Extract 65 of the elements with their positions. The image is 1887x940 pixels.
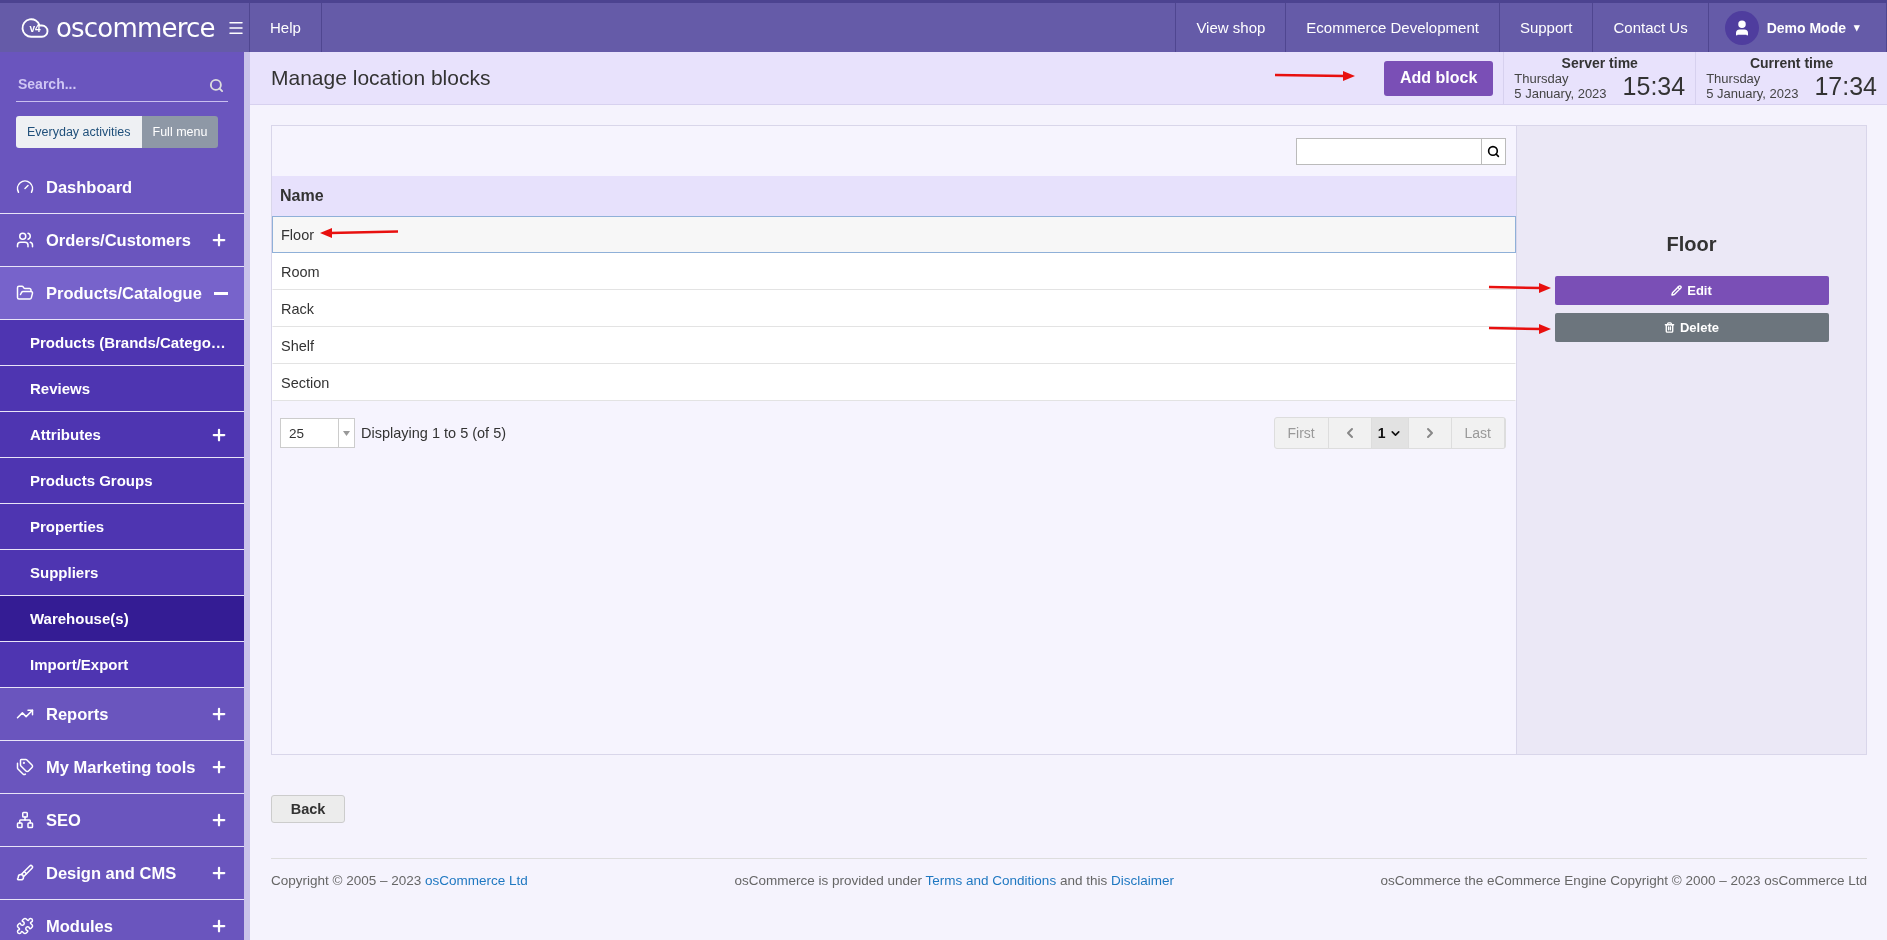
menu-mode-tab[interactable]: Full menu xyxy=(141,116,219,148)
table-row[interactable]: Shelf xyxy=(272,327,1516,364)
minus-icon xyxy=(214,291,228,295)
sidebar-item[interactable]: Properties xyxy=(0,504,244,550)
trash-icon xyxy=(1664,322,1675,333)
detail-title: Floor xyxy=(1666,233,1717,256)
sidebar-item[interactable]: Attributes xyxy=(0,412,244,458)
add-block-button[interactable]: Add block xyxy=(1383,60,1494,96)
sidebar-item[interactable]: Products/Catalogue xyxy=(0,267,244,320)
search-icon xyxy=(1487,144,1500,158)
plus-icon xyxy=(210,811,228,829)
page-select[interactable]: 1 xyxy=(1371,418,1409,448)
license-text: osCommerce is provided under Terms and Conditions and this Disclaimer xyxy=(734,873,1174,888)
clock-date: 5 January, 2023 xyxy=(1514,86,1607,101)
sidebar-item[interactable]: Products Groups xyxy=(0,458,244,504)
table-row[interactable]: Floor xyxy=(272,216,1516,253)
sidebar-item[interactable]: Products (Brands/Catego… xyxy=(0,320,244,366)
logo-text: oscommerce xyxy=(56,12,215,43)
plus-icon xyxy=(210,705,228,723)
search-icon[interactable] xyxy=(209,78,224,93)
annotation-arrow xyxy=(1488,283,1551,293)
folder-icon xyxy=(16,284,34,302)
puzzle-icon xyxy=(16,917,34,935)
users-icon xyxy=(16,231,34,249)
delete-button[interactable]: Delete xyxy=(1554,313,1829,342)
page-size-select[interactable]: 25 xyxy=(280,418,355,448)
plus-icon xyxy=(210,917,228,935)
table-row[interactable]: Rack xyxy=(272,290,1516,327)
pencil-icon xyxy=(1671,285,1683,296)
clock-date: 5 January, 2023 xyxy=(1706,86,1799,101)
clock-label: Current time xyxy=(1748,55,1835,71)
clock-time: 15:34 xyxy=(1622,72,1686,101)
brush-icon xyxy=(16,864,34,882)
engine-copyright-text: osCommerce the eCommerce Engine Copyright © 2000 – 2023 osCommerce Ltd xyxy=(1380,873,1867,888)
plus-icon xyxy=(210,758,228,776)
displaying-text: Displaying 1 to 5 (of 5) xyxy=(361,425,508,441)
company-link[interactable]: osCommerce Ltd xyxy=(425,873,528,888)
clock-time: 17:34 xyxy=(1814,72,1877,101)
search-button[interactable] xyxy=(1482,137,1506,165)
annotation-arrow xyxy=(1488,324,1551,334)
back-button[interactable]: Back xyxy=(271,795,345,823)
edit-button[interactable]: Edit xyxy=(1554,276,1829,305)
sidebar-item[interactable]: Warehouse(s) xyxy=(0,596,244,642)
table-search-field[interactable] xyxy=(1296,137,1482,165)
table-row[interactable]: Section xyxy=(272,364,1516,401)
footer-link[interactable]: Disclaimer xyxy=(1110,873,1174,888)
plus-icon xyxy=(210,231,228,249)
tags-icon xyxy=(16,758,34,776)
clock-day: Thursday xyxy=(1514,71,1607,86)
clock-label: Server time xyxy=(1560,55,1639,71)
caret-icon xyxy=(343,430,350,436)
gauge-icon xyxy=(16,178,34,196)
copyright-text: Copyright © 2005 – 2023 osCommerce Ltd xyxy=(271,873,528,888)
plus-icon xyxy=(210,864,228,882)
column-header: Name xyxy=(272,176,1516,216)
sidebar-item[interactable]: Reviews xyxy=(0,366,244,412)
menu-mode-tab[interactable]: Everyday activities xyxy=(16,116,142,148)
sidebar-item[interactable]: Import/Export xyxy=(0,642,244,688)
sidebar-search-field[interactable]: Search... xyxy=(16,66,228,102)
footer-link[interactable]: Terms and Conditions xyxy=(925,873,1057,888)
clock-day: Thursday xyxy=(1706,71,1799,86)
sitemap-icon xyxy=(16,811,34,829)
page-title: Manage location blocks xyxy=(271,66,491,90)
sidebar-item[interactable]: Suppliers xyxy=(0,550,244,596)
table-row[interactable]: Room xyxy=(272,253,1516,290)
